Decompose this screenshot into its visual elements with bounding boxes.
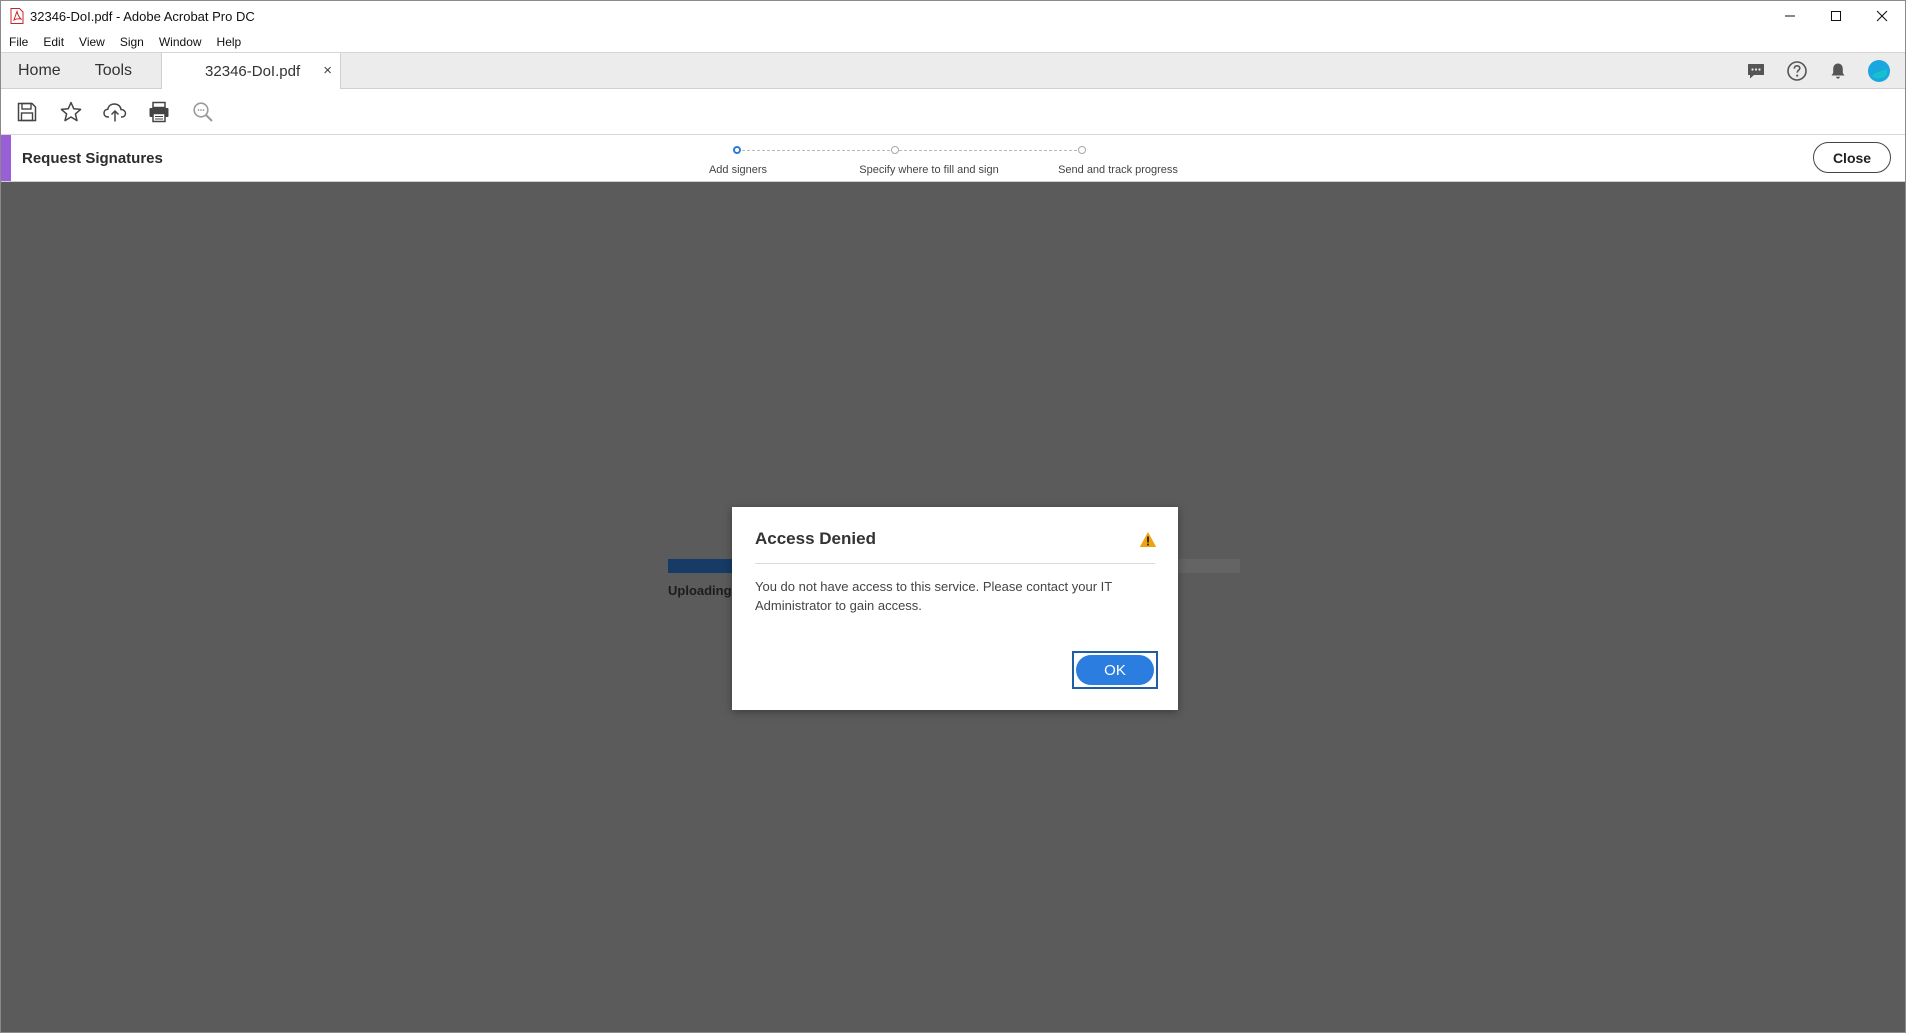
ok-button[interactable]: OK	[1076, 655, 1154, 685]
step-2-label[interactable]: Specify where to fill and sign	[859, 164, 998, 176]
notifications-button[interactable]	[1826, 59, 1850, 83]
dialog-message: You do not have access to this service. …	[755, 579, 1112, 613]
tool-title: Request Signatures	[22, 150, 163, 167]
acrobat-window: 32346-DoI.pdf - Adobe Acrobat Pro DC Fil…	[0, 0, 1906, 1033]
tab-home[interactable]: Home	[1, 53, 78, 88]
progress-steps: Add signers Specify where to fill and si…	[701, 143, 1191, 179]
step-1-label[interactable]: Add signers	[709, 164, 767, 176]
maximize-button[interactable]	[1813, 1, 1859, 31]
window-title: 32346-DoI.pdf - Adobe Acrobat Pro DC	[30, 8, 255, 24]
bookmark-star-button[interactable]	[58, 99, 84, 125]
print-button[interactable]	[146, 99, 172, 125]
step-3-label[interactable]: Send and track progress	[1058, 164, 1178, 176]
window-close-button[interactable]	[1859, 1, 1905, 31]
title-bar: 32346-DoI.pdf - Adobe Acrobat Pro DC	[1, 1, 1905, 31]
window-controls	[1767, 1, 1905, 31]
step-3-dot	[1078, 146, 1086, 154]
close-tool-button[interactable]: Close	[1813, 142, 1891, 173]
menu-sign[interactable]: Sign	[120, 35, 144, 49]
dialog-divider	[755, 563, 1155, 564]
upload-cloud-button[interactable]	[102, 99, 128, 125]
comment-icon	[1748, 64, 1764, 79]
search-icon	[193, 101, 213, 122]
warning-icon	[1139, 532, 1157, 547]
menu-edit[interactable]: Edit	[43, 35, 64, 49]
tool-accent-strip	[1, 135, 11, 181]
acrobat-pdf-icon	[10, 8, 24, 24]
find-button[interactable]	[190, 99, 216, 125]
step-connector	[742, 150, 890, 151]
tab-tools[interactable]: Tools	[78, 53, 149, 88]
tab-document-label: 32346-DoI.pdf	[205, 62, 301, 80]
minimize-icon	[1785, 15, 1795, 17]
step-connector	[899, 150, 1077, 151]
profile-button[interactable]	[1867, 59, 1891, 83]
tab-bar: Home Tools 32346-DoI.pdf ×	[1, 52, 1905, 89]
tab-close-button[interactable]: ×	[323, 62, 332, 79]
menu-help[interactable]: Help	[217, 35, 242, 49]
ok-button-focus-ring: OK	[1072, 651, 1158, 689]
dialog-title: Access Denied	[755, 529, 876, 548]
quick-tools-bar	[1, 89, 1905, 135]
maximize-icon	[1831, 11, 1841, 21]
menu-bar: File Edit View Sign Window Help	[1, 31, 1905, 52]
access-denied-dialog: Access Denied You do not have access to …	[732, 507, 1178, 710]
help-icon	[1787, 61, 1807, 81]
header-icons	[1727, 59, 1891, 83]
help-button[interactable]	[1785, 59, 1809, 83]
step-2-dot	[891, 146, 899, 154]
tab-document[interactable]: 32346-DoI.pdf ×	[161, 53, 342, 89]
menu-window[interactable]: Window	[159, 35, 202, 49]
minimize-button[interactable]	[1767, 1, 1813, 31]
cloud-upload-icon	[103, 102, 127, 121]
comment-button[interactable]	[1744, 59, 1768, 83]
close-icon	[1876, 10, 1888, 22]
star-icon	[60, 101, 82, 121]
save-button[interactable]	[14, 99, 40, 125]
upload-status-label: Uploading	[668, 583, 732, 598]
bell-icon	[1831, 63, 1845, 79]
save-icon	[17, 102, 37, 121]
menu-view[interactable]: View	[79, 35, 105, 49]
request-signatures-bar: Request Signatures Add signers Specify w…	[1, 135, 1905, 182]
profile-avatar-icon	[1868, 60, 1890, 82]
menu-file[interactable]: File	[9, 35, 28, 49]
step-1-dot	[733, 146, 741, 154]
print-icon	[149, 101, 169, 122]
